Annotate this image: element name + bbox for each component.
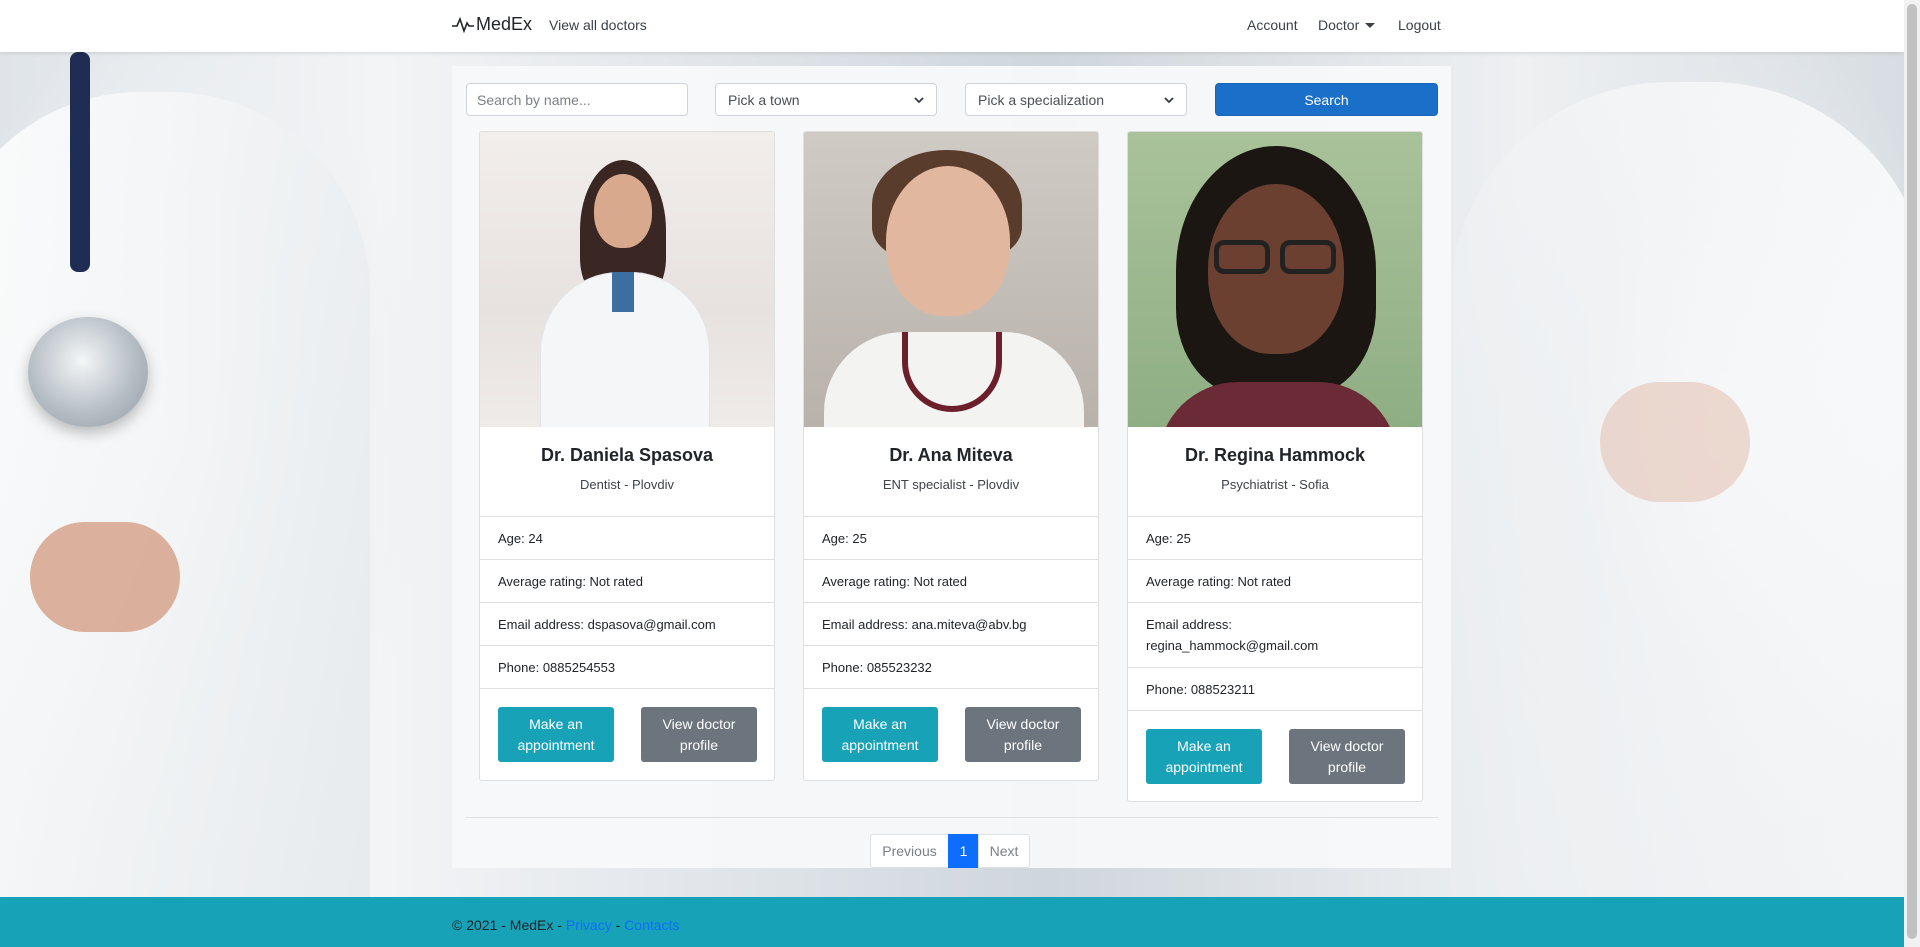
search-button[interactable]: Search	[1215, 83, 1438, 116]
brand-name: MedEx	[476, 14, 533, 34]
make-appointment-button[interactable]: Make an appointment	[498, 707, 614, 762]
caret-down-icon	[1365, 23, 1376, 28]
vertical-scrollbar[interactable]	[1904, 0, 1920, 947]
doctor-specialty-town: ENT specialist - Plovdiv	[882, 477, 1020, 492]
specialization-select[interactable]: Pick a specialization	[965, 83, 1187, 116]
make-appointment-button[interactable]: Make an appointment	[1146, 729, 1262, 784]
doctor-rating: Average rating: Not rated	[804, 560, 1098, 603]
doctor-card: Dr. Ana Miteva ENT specialist - Plovdiv …	[803, 131, 1099, 781]
doctor-phone: Phone: 085523232	[804, 646, 1098, 689]
brand-logo-link[interactable]: MedEx	[452, 14, 532, 35]
footer-contacts-link[interactable]: Contacts	[624, 917, 679, 933]
doctor-age: Age: 25	[804, 517, 1098, 560]
divider	[466, 817, 1438, 818]
chevron-down-icon	[1164, 96, 1174, 103]
search-name-input[interactable]	[466, 83, 688, 116]
heartbeat-icon	[452, 16, 474, 33]
view-profile-button[interactable]: View doctor profile	[1289, 729, 1405, 784]
doctor-age: Age: 24	[480, 517, 774, 560]
doctor-email: Email address: dspasova@gmail.com	[480, 603, 774, 646]
nav-doctor-dropdown[interactable]: Doctor	[1318, 17, 1376, 33]
doctor-name: Dr. Ana Miteva	[889, 445, 1013, 465]
footer: © 2021 - MedEx - Privacy - Contacts	[0, 897, 1904, 947]
view-profile-button[interactable]: View doctor profile	[965, 707, 1081, 762]
footer-text: © 2021 - MedEx - Privacy - Contacts	[452, 917, 679, 933]
doctor-rating: Average rating: Not rated	[1128, 560, 1422, 603]
chevron-down-icon	[914, 96, 924, 103]
pagination-next[interactable]: Next	[978, 834, 1030, 868]
doctor-specialty-town: Psychiatrist - Sofia	[1221, 477, 1329, 492]
pagination-previous[interactable]: Previous	[870, 834, 949, 868]
doctor-photo	[1128, 132, 1422, 427]
footer-copyright: © 2021 - MedEx -	[452, 917, 566, 933]
doctor-photo	[804, 132, 1098, 427]
main-container: Pick a town Pick a specialization Search…	[452, 66, 1451, 868]
make-appointment-button[interactable]: Make an appointment	[822, 707, 938, 762]
nav-account[interactable]: Account	[1247, 17, 1298, 33]
scrollbar-thumb[interactable]	[1907, 4, 1917, 939]
town-select-value: Pick a town	[728, 91, 800, 108]
doctor-rating: Average rating: Not rated	[480, 560, 774, 603]
doctor-name: Dr. Regina Hammock	[1184, 445, 1366, 465]
doctor-age: Age: 25	[1128, 517, 1422, 560]
pagination: Previous 1 Next	[870, 834, 1030, 868]
doctor-card: Dr. Regina Hammock Psychiatrist - Sofia …	[1127, 131, 1423, 802]
nav-logout[interactable]: Logout	[1398, 17, 1441, 33]
footer-privacy-link[interactable]: Privacy	[566, 917, 612, 933]
town-select[interactable]: Pick a town	[715, 83, 937, 116]
doctor-email: Email address: ana.miteva@abv.bg	[804, 603, 1098, 646]
doctor-email: Email address: regina_hammock@gmail.com	[1128, 603, 1422, 668]
specialization-select-value: Pick a specialization	[978, 91, 1105, 108]
view-profile-button[interactable]: View doctor profile	[641, 707, 757, 762]
doctor-specialty-town: Dentist - Plovdiv	[580, 477, 674, 492]
pagination-page-1[interactable]: 1	[948, 834, 979, 868]
doctor-phone: Phone: 088523211	[1128, 668, 1422, 711]
nav-doctor-label: Doctor	[1318, 17, 1360, 33]
doctor-photo	[480, 132, 774, 427]
doctor-phone: Phone: 0885254553	[480, 646, 774, 689]
nav-view-all-doctors[interactable]: View all doctors	[549, 17, 647, 33]
doctor-card: Dr. Daniela Spasova Dentist - Plovdiv Ag…	[479, 131, 775, 781]
doctor-name: Dr. Daniela Spasova	[540, 445, 714, 465]
footer-separator: -	[611, 917, 625, 933]
navbar: MedEx View all doctors Account Doctor Lo…	[0, 0, 1904, 52]
